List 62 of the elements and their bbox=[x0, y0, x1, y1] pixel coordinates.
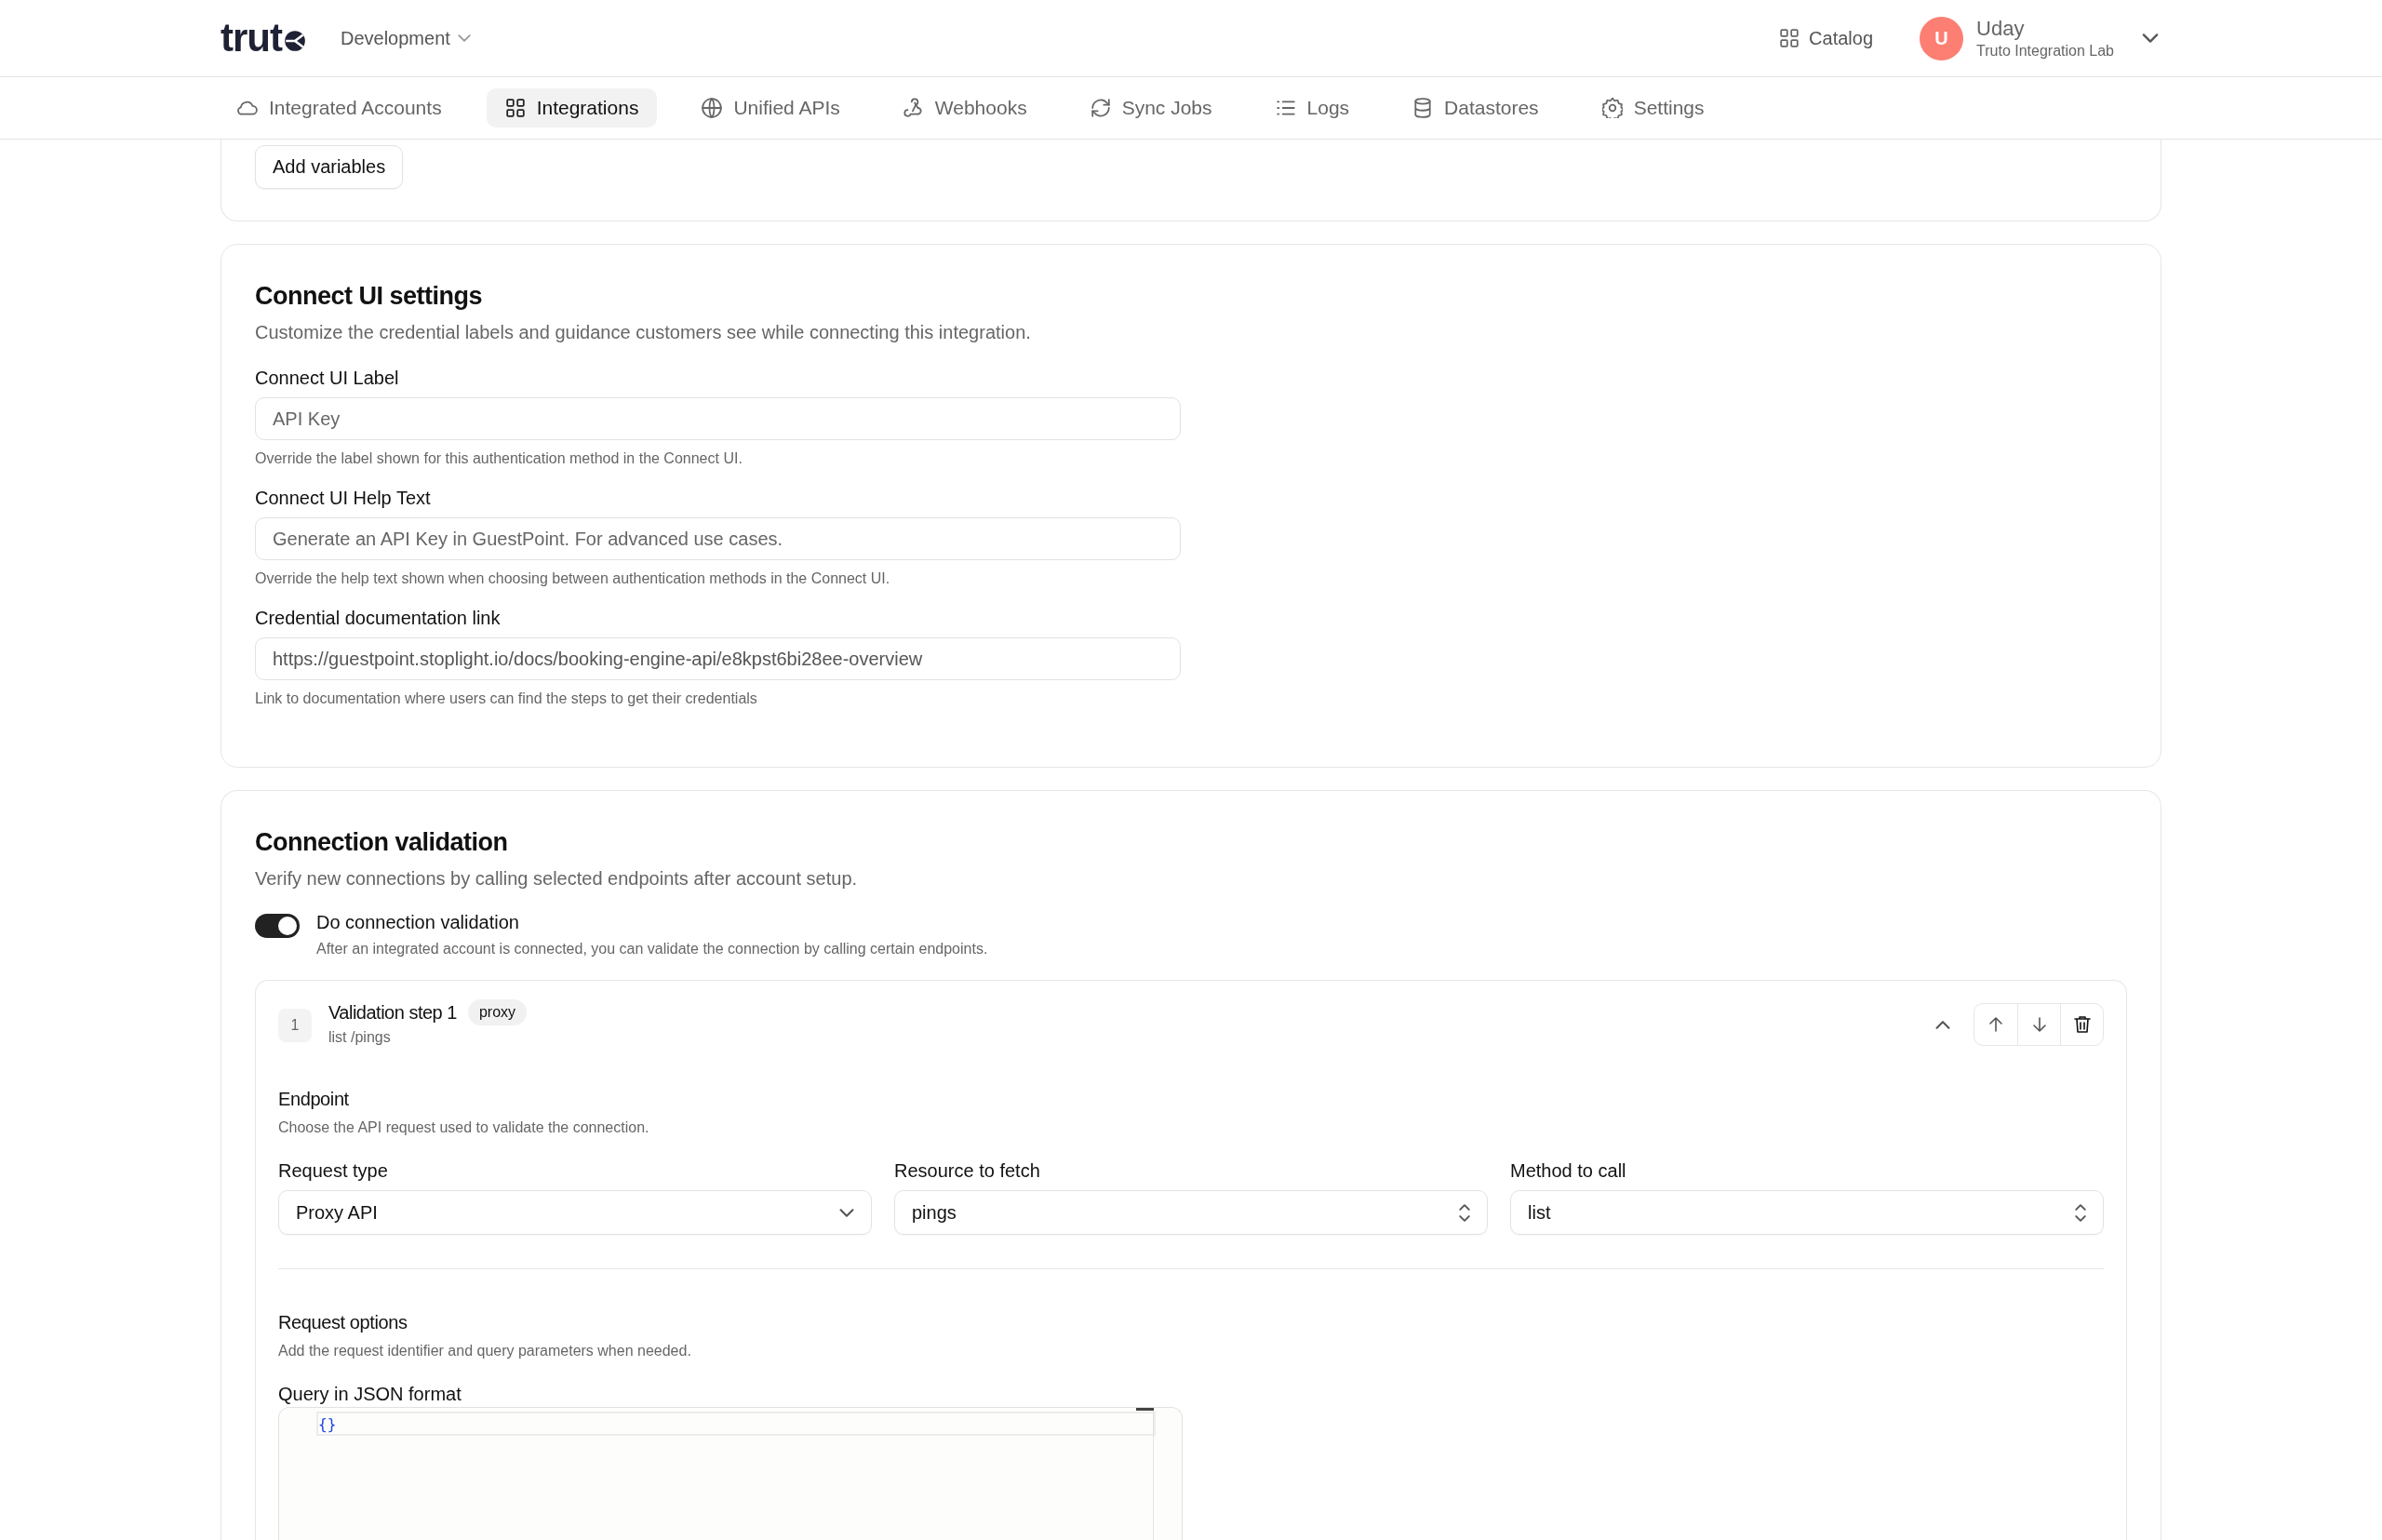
toggle-label: Do connection validation bbox=[316, 912, 520, 933]
dropdown[interactable]: Proxy API bbox=[278, 1190, 872, 1235]
subsection-description: Add the request identifier and query parameters when needed. bbox=[278, 1343, 692, 1359]
code-editor[interactable]: {} bbox=[278, 1407, 1183, 1540]
nav-tab[interactable]: Datastores bbox=[1394, 88, 1558, 127]
chevron-down-icon bbox=[2142, 33, 2159, 43]
arrow-up-icon bbox=[1987, 1015, 2005, 1034]
grid-icon bbox=[504, 98, 526, 118]
chevron-down-icon bbox=[457, 34, 471, 42]
nav-tab[interactable]: Integrations bbox=[486, 88, 658, 127]
input-field[interactable]: https://guestpoint.stoplight.io/docs/booking-engine-api/e8kpst6bi28ee-overview bbox=[255, 637, 1181, 680]
nav-tab[interactable]: Logs bbox=[1256, 88, 1369, 127]
step-number: 1 bbox=[278, 1009, 312, 1042]
webhook-icon bbox=[903, 98, 924, 118]
settings-icon bbox=[1601, 98, 1623, 118]
chevron-up-icon bbox=[1935, 1020, 1950, 1029]
up-down-chevron-icon bbox=[2075, 1203, 2086, 1222]
nav-tab[interactable]: Integrated Accounts bbox=[219, 88, 461, 127]
help-text: Link to documentation where users can find the steps to get their credentials bbox=[255, 690, 758, 707]
section-title: Connection validation bbox=[255, 828, 509, 857]
subsection-title: Request options bbox=[278, 1312, 408, 1333]
up-down-chevron-icon bbox=[1459, 1203, 1470, 1222]
section-title: Connect UI settings bbox=[255, 282, 484, 311]
trash-icon bbox=[2072, 1015, 2092, 1034]
field-label: Resource to fetch bbox=[894, 1160, 1041, 1182]
subsection-description: Choose the API request used to validate the connection. bbox=[278, 1119, 650, 1136]
nav-tab[interactable]: Webhooks bbox=[884, 88, 1046, 127]
step-title: Validation step 1 bbox=[328, 1001, 457, 1024]
input-field[interactable]: API Key bbox=[255, 397, 1181, 440]
section-description: Customize the credential labels and guidance customers see while connecting this integration. bbox=[255, 322, 1032, 343]
nav-tab[interactable]: Sync Jobs bbox=[1071, 88, 1231, 127]
combobox[interactable]: list bbox=[1510, 1190, 2104, 1235]
field-label: Method to call bbox=[1510, 1160, 1627, 1182]
subsection-title: Endpoint bbox=[278, 1089, 350, 1110]
chevron-down-icon bbox=[839, 1208, 854, 1217]
avatar: U bbox=[1920, 16, 1964, 60]
toggle-switch[interactable] bbox=[255, 914, 300, 938]
field-label: Connect UI Help Text bbox=[255, 488, 432, 509]
grid-icon bbox=[1779, 28, 1800, 48]
catalog-button[interactable]: Catalog bbox=[1779, 27, 1874, 49]
field-label: Connect UI Label bbox=[255, 368, 400, 389]
database-icon bbox=[1412, 98, 1434, 118]
user-menu[interactable]: U Uday Truto Integration Lab bbox=[1920, 16, 2159, 60]
field-label: Query in JSON format bbox=[278, 1384, 462, 1404]
code-text: {} bbox=[318, 1414, 337, 1433]
input-field[interactable]: Generate an API Key in GuestPoint. For advanced use cases. bbox=[255, 517, 1181, 560]
add-variables-button[interactable]: Add variables bbox=[255, 145, 404, 189]
step-badge: proxy bbox=[467, 999, 528, 1025]
sync-icon bbox=[1090, 98, 1111, 118]
logo[interactable]: trut bbox=[221, 16, 307, 60]
environment-dropdown[interactable]: Development bbox=[341, 27, 471, 49]
nav-tab[interactable]: Unified APIs bbox=[683, 88, 859, 127]
toggle-description: After an integrated account is connected, you can validate the connection by calling certain endpoints. bbox=[316, 941, 988, 957]
combobox[interactable]: pings bbox=[894, 1190, 1488, 1235]
globe-icon bbox=[702, 98, 723, 118]
section-description: Verify new connections by calling selected endpoints after account setup. bbox=[255, 868, 859, 890]
help-text: Override the label shown for this authentication method in the Connect UI. bbox=[255, 450, 743, 467]
nav-tab[interactable]: Settings bbox=[1583, 88, 1723, 127]
step-subtitle: list /pings bbox=[328, 1029, 392, 1046]
field-label: Request type bbox=[278, 1160, 389, 1182]
field-label: Credential documentation link bbox=[255, 608, 502, 629]
help-text: Override the help text shown when choosing between authentication methods in the Connect UI. bbox=[255, 570, 891, 587]
